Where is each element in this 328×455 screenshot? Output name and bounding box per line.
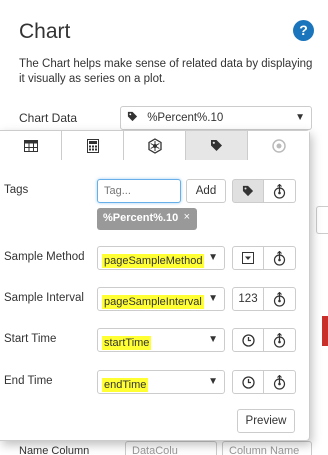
chart-data-value: %Percent%.10 <box>147 112 224 124</box>
tag-icon <box>127 111 138 122</box>
tab-table[interactable] <box>0 131 62 160</box>
clock-icon <box>241 333 255 347</box>
data-column-select[interactable]: DataColu <box>125 441 217 455</box>
tag-chip: %Percent%.10 × <box>97 208 197 230</box>
binding-button[interactable] <box>264 287 296 311</box>
table-icon <box>23 139 38 152</box>
dropdown-box-icon <box>242 252 254 264</box>
binding-icon <box>273 291 286 307</box>
tags-label: Tags <box>4 184 29 196</box>
preview-button[interactable]: Preview <box>237 409 295 433</box>
sample-method-mode-group <box>232 246 296 270</box>
chart-data-popover: Tags Add %Percent%.10 × Sample Method pa… <box>0 130 310 441</box>
panel-description: The Chart helps make sense of related da… <box>19 58 313 85</box>
binding-button[interactable] <box>264 328 296 352</box>
sample-method-select[interactable]: pageSampleMethod ▼ <box>97 246 225 270</box>
binding-icon <box>273 374 286 390</box>
calculator-icon <box>86 138 99 153</box>
background-field-edge <box>316 206 328 234</box>
binding-button[interactable] <box>264 179 296 203</box>
chevron-down-icon: ▼ <box>208 252 218 263</box>
record-icon <box>271 138 286 153</box>
page-title: Chart <box>19 20 71 43</box>
chevron-down-icon: ▼ <box>208 376 218 387</box>
sample-method-label: Sample Method <box>4 251 85 263</box>
add-tag-button[interactable]: Add <box>186 179 226 203</box>
chevron-down-icon: ▼ <box>208 293 218 304</box>
clock-icon <box>241 375 255 389</box>
dropdown-mode-button[interactable] <box>232 246 264 270</box>
name-column-label: Name Column <box>19 445 90 455</box>
tag-input[interactable] <box>97 179 181 203</box>
binding-button[interactable] <box>264 370 296 394</box>
sample-interval-value: pageSampleInterval <box>102 295 204 309</box>
start-time-label: Start Time <box>4 333 57 345</box>
tag-chip-label: %Percent%.10 <box>103 212 179 224</box>
binding-button[interactable] <box>264 246 296 270</box>
clock-mode-button[interactable] <box>232 370 264 394</box>
tag-mode-button[interactable] <box>232 179 264 203</box>
tags-mode-group <box>232 179 296 203</box>
binding-icon <box>273 332 286 348</box>
chart-data-select[interactable]: %Percent%.10 ▼ <box>120 106 312 130</box>
tab-calculator[interactable] <box>62 131 124 160</box>
start-time-select[interactable]: startTime ▼ <box>97 328 225 352</box>
start-time-value: startTime <box>102 336 152 350</box>
chevron-down-icon: ▼ <box>208 334 218 345</box>
binding-icon <box>273 183 286 199</box>
remove-tag-icon[interactable]: × <box>184 211 190 223</box>
tag-icon <box>211 140 222 151</box>
numeric-mode-button[interactable]: 123 <box>232 287 264 311</box>
start-time-mode-group <box>232 328 296 352</box>
sample-method-value: pageSampleMethod <box>102 254 205 268</box>
tab-tags[interactable] <box>186 131 248 160</box>
tab-record[interactable] <box>248 131 309 160</box>
tab-network[interactable] <box>124 131 186 160</box>
source-tabbar <box>0 131 309 160</box>
column-name-select[interactable]: Column Name <box>222 441 312 455</box>
tag-icon <box>242 185 254 197</box>
clock-mode-button[interactable] <box>232 328 264 352</box>
help-icon[interactable]: ? <box>293 20 314 41</box>
end-time-value: endTime <box>102 378 149 392</box>
end-time-label: End Time <box>4 375 53 387</box>
chart-data-label: Chart Data <box>19 111 78 125</box>
background-button-edge <box>322 316 328 346</box>
sample-interval-select[interactable]: pageSampleInterval ▼ <box>97 287 225 311</box>
end-time-select[interactable]: endTime ▼ <box>97 370 225 394</box>
binding-icon <box>273 250 286 266</box>
chevron-down-icon: ▼ <box>295 112 305 123</box>
sample-interval-label: Sample Interval <box>4 292 84 304</box>
end-time-mode-group <box>232 370 296 394</box>
hexagon-network-icon <box>147 137 162 154</box>
sample-interval-mode-group: 123 <box>232 287 296 311</box>
